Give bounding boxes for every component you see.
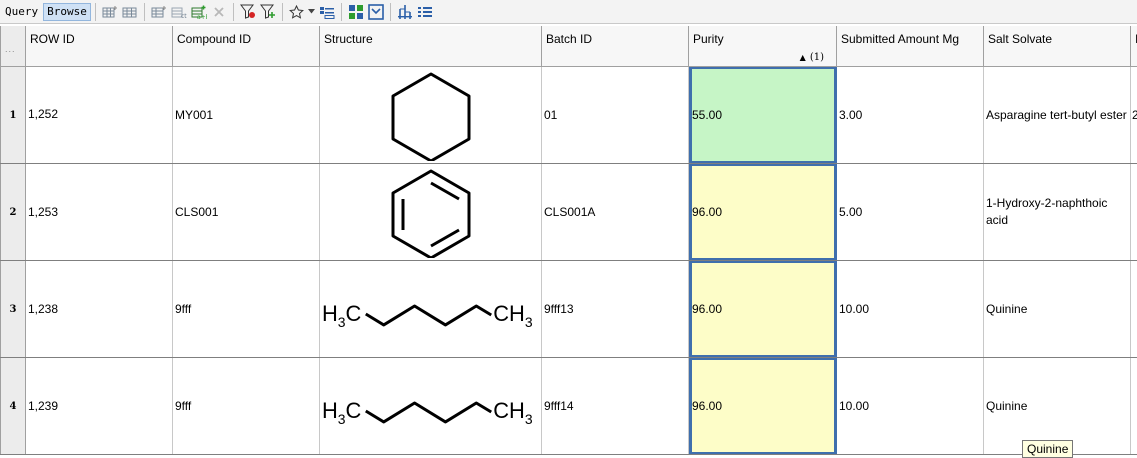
row-id-cell: 1,238 bbox=[26, 261, 173, 357]
purity-cell[interactable]: 96.00 bbox=[689, 164, 837, 260]
partial-column-cell bbox=[1131, 358, 1137, 454]
batch-id-cell: 01 bbox=[542, 67, 689, 163]
table-row[interactable]: 1 1,252 MY001 01 55.00 3.00 Asparagine t… bbox=[0, 67, 1137, 164]
add-column-icon[interactable] bbox=[100, 2, 120, 22]
submitted-amount-cell: 10.00 bbox=[837, 358, 984, 454]
insert-column-icon[interactable] bbox=[120, 2, 140, 22]
filter-clear-icon[interactable] bbox=[238, 2, 258, 22]
row-id-cell: 1,253 bbox=[26, 164, 173, 260]
batch-id-cell: 9fff13 bbox=[542, 261, 689, 357]
dropdown-arrow-icon[interactable] bbox=[307, 2, 317, 22]
list-view-icon[interactable] bbox=[317, 2, 337, 22]
structure-cell bbox=[320, 164, 542, 260]
browse-mode-button[interactable]: Browse bbox=[43, 2, 91, 21]
methyl-group-right: CH3 bbox=[493, 301, 533, 330]
row-number[interactable]: 1 bbox=[0, 67, 26, 163]
toolbar-separator bbox=[281, 2, 283, 21]
purity-cell[interactable]: 96.00 bbox=[689, 261, 837, 357]
column-header-purity[interactable]: Purity ▲ (1) bbox=[689, 26, 837, 67]
column-header-structure[interactable]: Structure bbox=[320, 26, 542, 67]
svg-text:ct: ct bbox=[181, 13, 187, 19]
benzene-structure bbox=[391, 169, 470, 258]
new-record-icon[interactable]: a+b bbox=[189, 2, 209, 22]
methyl-group-left: H3C bbox=[322, 301, 361, 330]
partial-column-cell: 2 bbox=[1132, 108, 1137, 122]
corner-dots: ... bbox=[5, 44, 16, 54]
salt-solvate-cell: 1-Hydroxy-2-naphthoic acid bbox=[984, 164, 1131, 260]
table-row[interactable]: 3 1,238 9fff H3C CH3 9fff13 96.00 10.00 … bbox=[0, 261, 1137, 358]
column-header-partial[interactable]: I bbox=[1131, 26, 1137, 67]
purity-cell[interactable]: 55.00 bbox=[689, 67, 837, 163]
svg-text:a+b: a+b bbox=[197, 14, 207, 19]
row-number[interactable]: 2 bbox=[0, 164, 26, 260]
column-list-icon[interactable] bbox=[415, 2, 435, 22]
submitted-amount-cell: 10.00 bbox=[837, 261, 984, 357]
structure-cell: H3C CH3 bbox=[320, 358, 542, 454]
toolbar-separator bbox=[143, 2, 145, 21]
compound-id-cell: MY001 bbox=[173, 67, 320, 163]
column-header-submitted-amount[interactable]: Submitted Amount Mg bbox=[837, 26, 984, 67]
row-id-cell: 1,252 bbox=[26, 67, 173, 163]
column-header-purity-label: Purity bbox=[693, 32, 724, 46]
batch-id-cell: CLS001A bbox=[542, 164, 689, 260]
salt-solvate-cell: Asparagine tert-butyl ester bbox=[984, 67, 1131, 163]
hierarchy-icon[interactable] bbox=[395, 2, 415, 22]
toolbar-separator bbox=[94, 2, 96, 21]
partial-column-cell bbox=[1131, 261, 1137, 357]
pentane-structure: H3C CH3 bbox=[322, 301, 533, 330]
methyl-group-left: H3C bbox=[322, 398, 361, 427]
favorite-star-icon[interactable] bbox=[287, 2, 307, 22]
submitted-amount-cell: 5.00 bbox=[837, 164, 984, 260]
compound-id-cell: CLS001 bbox=[173, 164, 320, 260]
structure-cell: H3C CH3 bbox=[320, 261, 542, 357]
compound-id-cell: 9fff bbox=[173, 358, 320, 454]
toolbar: Query Browse ct a+b bbox=[0, 0, 1137, 24]
corner-select-all[interactable]: ... bbox=[0, 26, 26, 67]
column-header-compound-id[interactable]: Compound ID bbox=[173, 26, 320, 67]
toolbar-separator bbox=[389, 2, 391, 21]
partial-column-cell bbox=[1131, 164, 1137, 260]
compound-id-cell: 9fff bbox=[173, 261, 320, 357]
copy-row-icon[interactable]: ct bbox=[169, 2, 189, 22]
pentane-structure: H3C CH3 bbox=[322, 398, 533, 427]
delete-icon[interactable] bbox=[209, 2, 229, 22]
submitted-amount-cell: 3.00 bbox=[837, 67, 984, 163]
toolbar-separator bbox=[340, 2, 342, 21]
sort-order-label: (1) bbox=[809, 52, 824, 63]
add-row-icon[interactable] bbox=[149, 2, 169, 22]
table-row[interactable]: 2 1,253 CLS001 CLS001A 96.00 5.00 1-Hydr… bbox=[0, 164, 1137, 261]
methyl-group-right: CH3 bbox=[493, 398, 533, 427]
row-number[interactable]: 4 bbox=[0, 358, 26, 454]
sort-ascending-icon: ▲ bbox=[799, 53, 806, 62]
row-id-cell: 1,239 bbox=[26, 358, 173, 454]
batch-id-cell: 9fff14 bbox=[542, 358, 689, 454]
row-id-value: 1,252 bbox=[28, 107, 59, 121]
column-header-batch-id[interactable]: Batch ID bbox=[542, 26, 689, 67]
row-number[interactable]: 3 bbox=[0, 261, 26, 357]
column-header-row-id[interactable]: ROW ID bbox=[26, 26, 173, 67]
salt-solvate-cell: Quinine bbox=[984, 261, 1131, 357]
query-mode-button[interactable]: Query bbox=[2, 3, 41, 21]
structure-cell bbox=[320, 67, 542, 163]
cell-tooltip: Quinine bbox=[1022, 440, 1074, 458]
form-view-icon[interactable] bbox=[366, 2, 386, 22]
cyclohexane-structure bbox=[391, 72, 470, 161]
purity-cell[interactable]: 96.00 bbox=[689, 358, 837, 454]
table-row[interactable]: 4 1,239 9fff H3C CH3 9fff14 96.00 10.00 … bbox=[0, 358, 1137, 455]
filter-add-icon[interactable] bbox=[258, 2, 278, 22]
column-header-salt-solvate[interactable]: Salt Solvate bbox=[984, 26, 1131, 67]
grid-layout-icon[interactable] bbox=[346, 2, 366, 22]
sort-indicator[interactable]: ▲ (1) bbox=[800, 52, 824, 63]
toolbar-separator bbox=[232, 2, 234, 21]
